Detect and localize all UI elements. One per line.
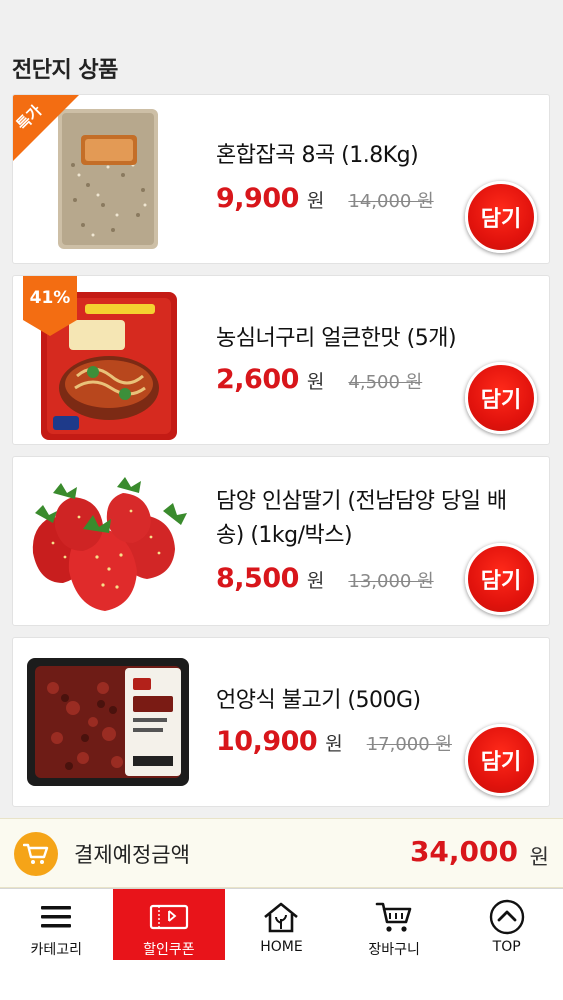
sale-price: 8,500 — [216, 563, 299, 594]
currency-unit: 원 — [306, 190, 325, 212]
nav-label: TOP — [492, 939, 521, 955]
nav-item-cart[interactable]: 장바구니 — [338, 889, 451, 960]
currency-unit: 원 — [306, 570, 325, 592]
sale-price: 10,900 — [216, 726, 318, 757]
cart-icon[interactable] — [14, 832, 58, 876]
product-name[interactable]: 혼합잡곡 8곡 (1.8Kg) — [216, 139, 529, 173]
nav-item-category[interactable]: 카테고리 — [0, 889, 113, 960]
add-to-cart-button[interactable]: 담기 — [465, 362, 537, 434]
nav-item-coupon[interactable]: 할인쿠폰 — [112, 889, 226, 960]
product-card[interactable]: 특가 혼합잡곡 8곡 (1.8Kg) 9,900 원 14,000 원 담기 — [12, 94, 550, 264]
total-amount: 34,000 — [409, 835, 518, 868]
original-price: 13,000 원 — [348, 571, 434, 592]
product-image-bulgogi-tray[interactable] — [13, 638, 203, 806]
original-price: 17,000 원 — [366, 734, 452, 755]
original-price: 14,000 원 — [348, 191, 434, 212]
menu-icon — [36, 899, 76, 935]
total-label: 결제예정금액 — [74, 843, 190, 867]
nav-label: 장바구니 — [368, 942, 420, 958]
add-to-cart-button[interactable]: 담기 — [465, 724, 537, 796]
sale-price: 9,900 — [216, 183, 299, 214]
nav-item-top[interactable]: TOP — [450, 889, 563, 960]
product-card[interactable]: 담양 인삼딸기 (전남담양 당일 배송) (1kg/박스) 8,500 원 13… — [12, 456, 550, 626]
add-to-cart-button[interactable]: 담기 — [465, 181, 537, 253]
product-image-strawberries[interactable] — [13, 457, 203, 625]
product-card[interactable]: 41% 농심너구리 얼큰한맛 (5개) 2,600 원 4,500 원 담기 — [12, 275, 550, 445]
currency-unit: 원 — [306, 371, 325, 393]
product-name[interactable]: 담양 인삼딸기 (전남담양 당일 배송) (1kg/박스) — [216, 485, 529, 553]
product-name[interactable]: 언양식 불고기 (500G) — [216, 684, 529, 718]
nav-label: 할인쿠폰 — [143, 942, 195, 958]
chevron-up-icon — [487, 899, 527, 935]
coupon-icon — [149, 899, 189, 935]
add-to-cart-button[interactable]: 담기 — [465, 543, 537, 615]
screen-bottom-area — [0, 960, 563, 1000]
bottom-nav: 카테고리 할인쿠폰 HOME 장바구니 TOP — [0, 888, 563, 960]
total-currency-unit: 원 — [529, 845, 549, 869]
checkout-total-bar[interactable]: 결제예정금액 34,000 원 — [0, 818, 563, 888]
original-price: 4,500 원 — [348, 372, 423, 393]
product-name[interactable]: 농심너구리 얼큰한맛 (5개) — [216, 322, 529, 356]
currency-unit: 원 — [325, 733, 343, 755]
discount-percent: 41% — [29, 288, 71, 308]
home-icon — [261, 899, 301, 935]
discount-badge: 41% — [19, 276, 81, 336]
sale-price: 2,600 — [216, 364, 299, 395]
nav-label: 카테고리 — [30, 942, 83, 958]
nav-label: HOME — [260, 939, 303, 955]
nav-item-home[interactable]: HOME — [225, 889, 338, 960]
cart-icon — [374, 899, 414, 935]
section-title: 전단지 상품 — [12, 58, 118, 83]
product-card[interactable]: 언양식 불고기 (500G) 10,900 원 17,000 원 담기 — [12, 637, 550, 807]
